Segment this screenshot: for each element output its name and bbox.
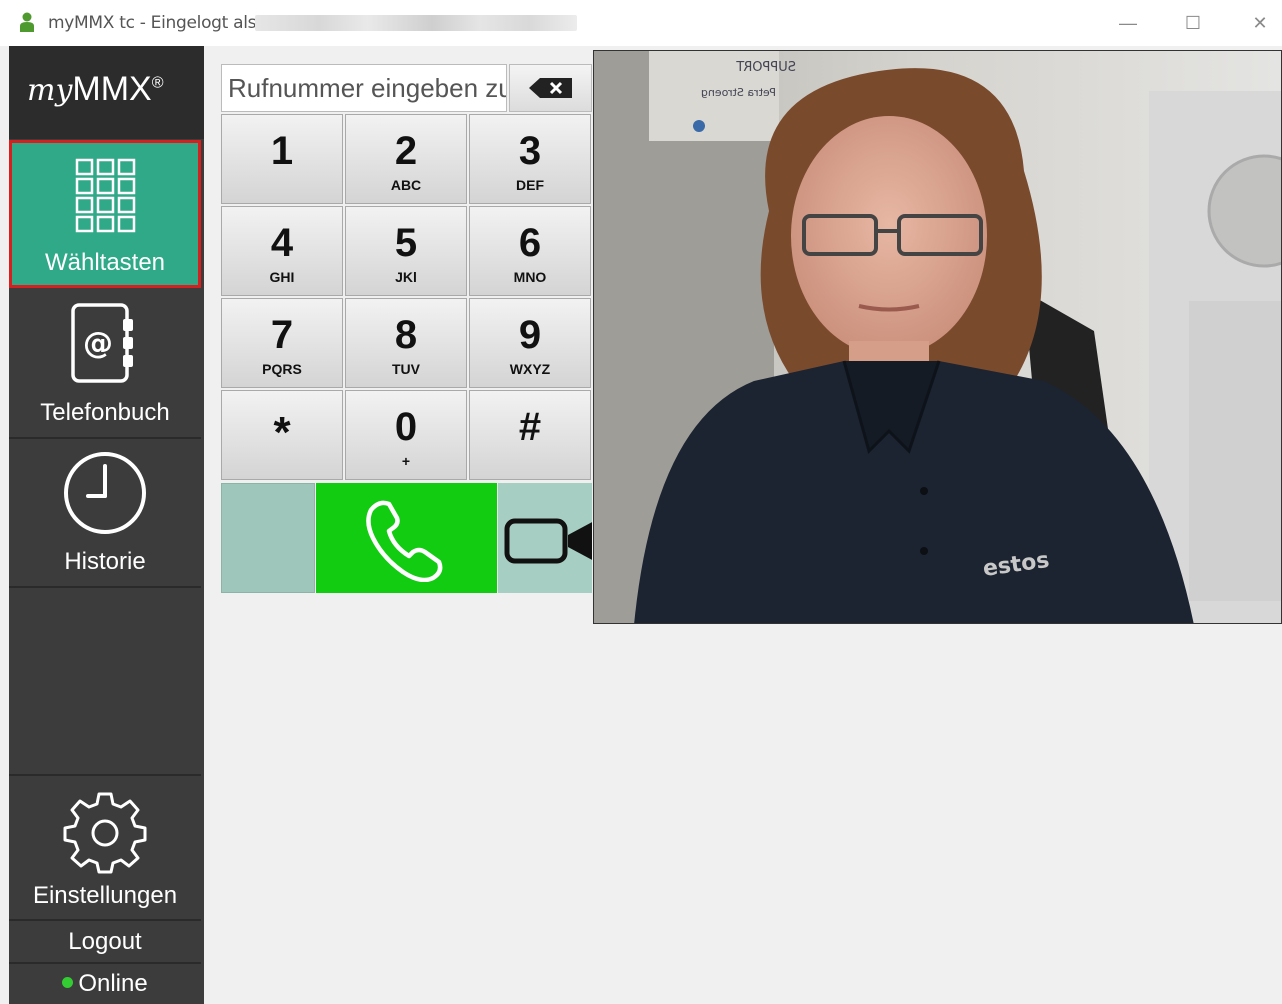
keypad-icon: [75, 158, 136, 233]
key-digit: 4: [270, 221, 294, 265]
call-button[interactable]: [316, 483, 497, 593]
sidebar-item-label: Einstellungen: [32, 882, 178, 909]
poster-text-name: Petra Stroeng: [701, 86, 776, 99]
sidebar-item-label: Logout: [68, 928, 142, 955]
key-digit: 8: [394, 313, 418, 357]
sidebar-item-logout[interactable]: Logout: [9, 922, 201, 964]
backspace-icon: [529, 78, 572, 98]
keypad-key[interactable]: 6 MNO: [469, 206, 591, 296]
key-letters: JKl: [395, 269, 417, 285]
keypad-key[interactable]: 1: [221, 114, 343, 204]
keypad-key[interactable]: *: [221, 390, 343, 480]
key-digit: *: [273, 408, 291, 457]
keypad-key[interactable]: 9 WXYZ: [469, 298, 591, 388]
key-letters: PQRS: [262, 361, 302, 377]
key-letters: GHI: [269, 269, 295, 285]
maximize-button[interactable]: ☐: [1173, 8, 1213, 38]
phone-number-field[interactable]: [221, 64, 507, 112]
video-camera-icon: [504, 518, 592, 564]
key-letters: WXYZ: [509, 361, 551, 377]
key-digit: 2: [394, 129, 418, 173]
key-letters: +: [401, 453, 411, 469]
key-letters: ABC: [390, 177, 422, 193]
status-label: Online: [78, 970, 148, 997]
window-title: myMMX tc - Eingelogt als: [48, 13, 257, 33]
clock-icon: [64, 452, 146, 534]
status-dot-icon: [62, 977, 74, 989]
close-button[interactable]: ✕: [1240, 8, 1280, 38]
key-letters: MNO: [513, 269, 547, 285]
key-digit: 0: [394, 405, 418, 449]
logo-mark: ®: [151, 74, 164, 92]
keypad-key[interactable]: 2 ABC: [345, 114, 467, 204]
phone-number-input[interactable]: [222, 65, 506, 111]
backspace-button[interactable]: [509, 64, 592, 112]
key-digit: 6: [518, 221, 542, 265]
key-letters: DEF: [516, 177, 544, 193]
key-digit: 7: [270, 313, 294, 357]
video-image: estos SUPPORT Petra Stroeng: [594, 51, 1281, 623]
keypad-key[interactable]: 3 DEF: [469, 114, 591, 204]
logo-prefix: my: [27, 73, 73, 108]
key-digit: 5: [394, 221, 418, 265]
title-bar: myMMX tc - Eingelogt als — ☐ ✕: [0, 0, 1282, 46]
logo-main: MMX: [72, 70, 152, 108]
key-digit: 3: [518, 129, 542, 173]
sidebar-item-history[interactable]: Historie: [9, 440, 201, 588]
minimize-button[interactable]: —: [1108, 8, 1148, 38]
key-digit: 9: [518, 313, 542, 357]
sidebar-item-settings[interactable]: Einstellungen: [9, 774, 201, 921]
status-online[interactable]: Online: [9, 966, 201, 1004]
sidebar-item-dialpad[interactable]: Wähltasten: [9, 140, 201, 288]
address-book-icon: @: [71, 303, 133, 383]
blank-action-button[interactable]: [221, 483, 315, 593]
keypad-key[interactable]: 5 JKl: [345, 206, 467, 296]
keypad-key[interactable]: 4 GHI: [221, 206, 343, 296]
redacted-username: [255, 15, 577, 31]
keypad-key[interactable]: 0 +: [345, 390, 467, 480]
svg-text:@: @: [83, 326, 113, 361]
sidebar-item-label: Wähltasten: [44, 249, 166, 276]
key-digit: #: [518, 405, 542, 449]
app-logo: myMMX®: [9, 46, 204, 139]
sidebar-item-phonebook[interactable]: @ Telefonbuch: [9, 291, 201, 439]
sidebar: myMMX® Wähltasten @ Telefonbuch Historie…: [9, 46, 204, 1004]
poster-text-support: SUPPORT: [736, 60, 796, 75]
keypad-key[interactable]: 8 TUV: [345, 298, 467, 388]
video-feed: estos SUPPORT Petra Stroeng: [593, 50, 1282, 624]
sidebar-item-label: Historie: [64, 548, 146, 575]
sidebar-item-label: Telefonbuch: [40, 399, 170, 426]
gear-icon: [63, 792, 147, 874]
phone-icon: [366, 500, 443, 582]
user-icon: [20, 12, 34, 32]
video-call-button[interactable]: [498, 483, 592, 593]
keypad-key[interactable]: 7 PQRS: [221, 298, 343, 388]
key-digit: 1: [270, 129, 294, 173]
key-letters: TUV: [392, 361, 420, 377]
keypad-key[interactable]: #: [469, 390, 591, 480]
